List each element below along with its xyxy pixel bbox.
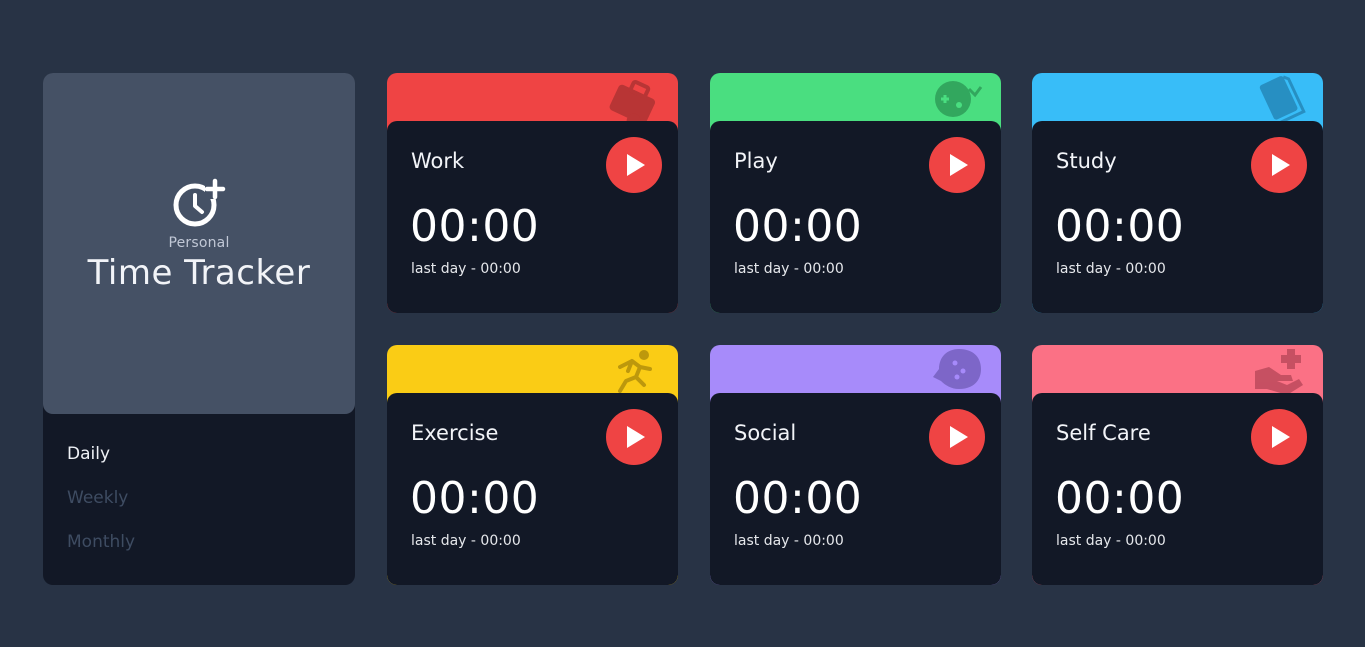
card-body: Work 00:00 last day - 00:00 — [387, 121, 678, 313]
card-title: Study — [1056, 149, 1117, 173]
play-button[interactable] — [929, 409, 985, 465]
play-icon — [950, 426, 968, 448]
card-title: Work — [411, 149, 465, 173]
card-body: Social 00:00 last day - 00:00 — [710, 393, 1001, 585]
card-time: 00:00 — [1055, 473, 1185, 524]
card-last-period: last day - 00:00 — [734, 261, 844, 277]
card-last-period: last day - 00:00 — [1056, 261, 1166, 277]
play-button[interactable] — [1251, 409, 1307, 465]
period-selector: Daily Weekly Monthly — [67, 444, 135, 576]
period-daily[interactable]: Daily — [67, 444, 135, 465]
card-time: 00:00 — [1055, 201, 1185, 252]
play-button[interactable] — [1251, 137, 1307, 193]
card-time: 00:00 — [410, 473, 540, 524]
card-title: Self Care — [1056, 421, 1151, 445]
play-button[interactable] — [606, 137, 662, 193]
card-last-period: last day - 00:00 — [411, 533, 521, 549]
card-work: Work 00:00 last day - 00:00 — [387, 73, 678, 313]
play-icon — [627, 426, 645, 448]
card-exercise: Exercise 00:00 last day - 00:00 — [387, 345, 678, 585]
page-title: Time Tracker — [87, 253, 311, 293]
card-title: Social — [734, 421, 797, 445]
period-weekly[interactable]: Weekly — [67, 488, 135, 509]
card-time: 00:00 — [410, 201, 540, 252]
play-icon — [1272, 154, 1290, 176]
card-title: Exercise — [411, 421, 499, 445]
card-self-care: Self Care 00:00 last day - 00:00 — [1032, 345, 1323, 585]
card-body: Exercise 00:00 last day - 00:00 — [387, 393, 678, 585]
card-study: Study 00:00 last day - 00:00 — [1032, 73, 1323, 313]
card-last-period: last day - 00:00 — [1056, 533, 1166, 549]
card-last-period: last day - 00:00 — [734, 533, 844, 549]
card-body: Self Care 00:00 last day - 00:00 — [1032, 393, 1323, 585]
card-social: Social 00:00 last day - 00:00 — [710, 345, 1001, 585]
card-time: 00:00 — [733, 201, 863, 252]
card-title: Play — [734, 149, 778, 173]
play-icon — [627, 154, 645, 176]
profile-subtitle: Personal — [168, 235, 230, 251]
play-button[interactable] — [606, 409, 662, 465]
profile-header: Personal Time Tracker — [43, 73, 355, 414]
period-monthly[interactable]: Monthly — [67, 532, 135, 553]
play-icon — [950, 154, 968, 176]
card-last-period: last day - 00:00 — [411, 261, 521, 277]
card-body: Play 00:00 last day - 00:00 — [710, 121, 1001, 313]
profile-panel: Personal Time Tracker Daily Weekly Month… — [43, 73, 355, 585]
play-button[interactable] — [929, 137, 985, 193]
play-icon — [1272, 426, 1290, 448]
card-time: 00:00 — [733, 473, 863, 524]
clock-plus-icon — [173, 178, 226, 227]
card-body: Study 00:00 last day - 00:00 — [1032, 121, 1323, 313]
card-play: Play 00:00 last day - 00:00 — [710, 73, 1001, 313]
